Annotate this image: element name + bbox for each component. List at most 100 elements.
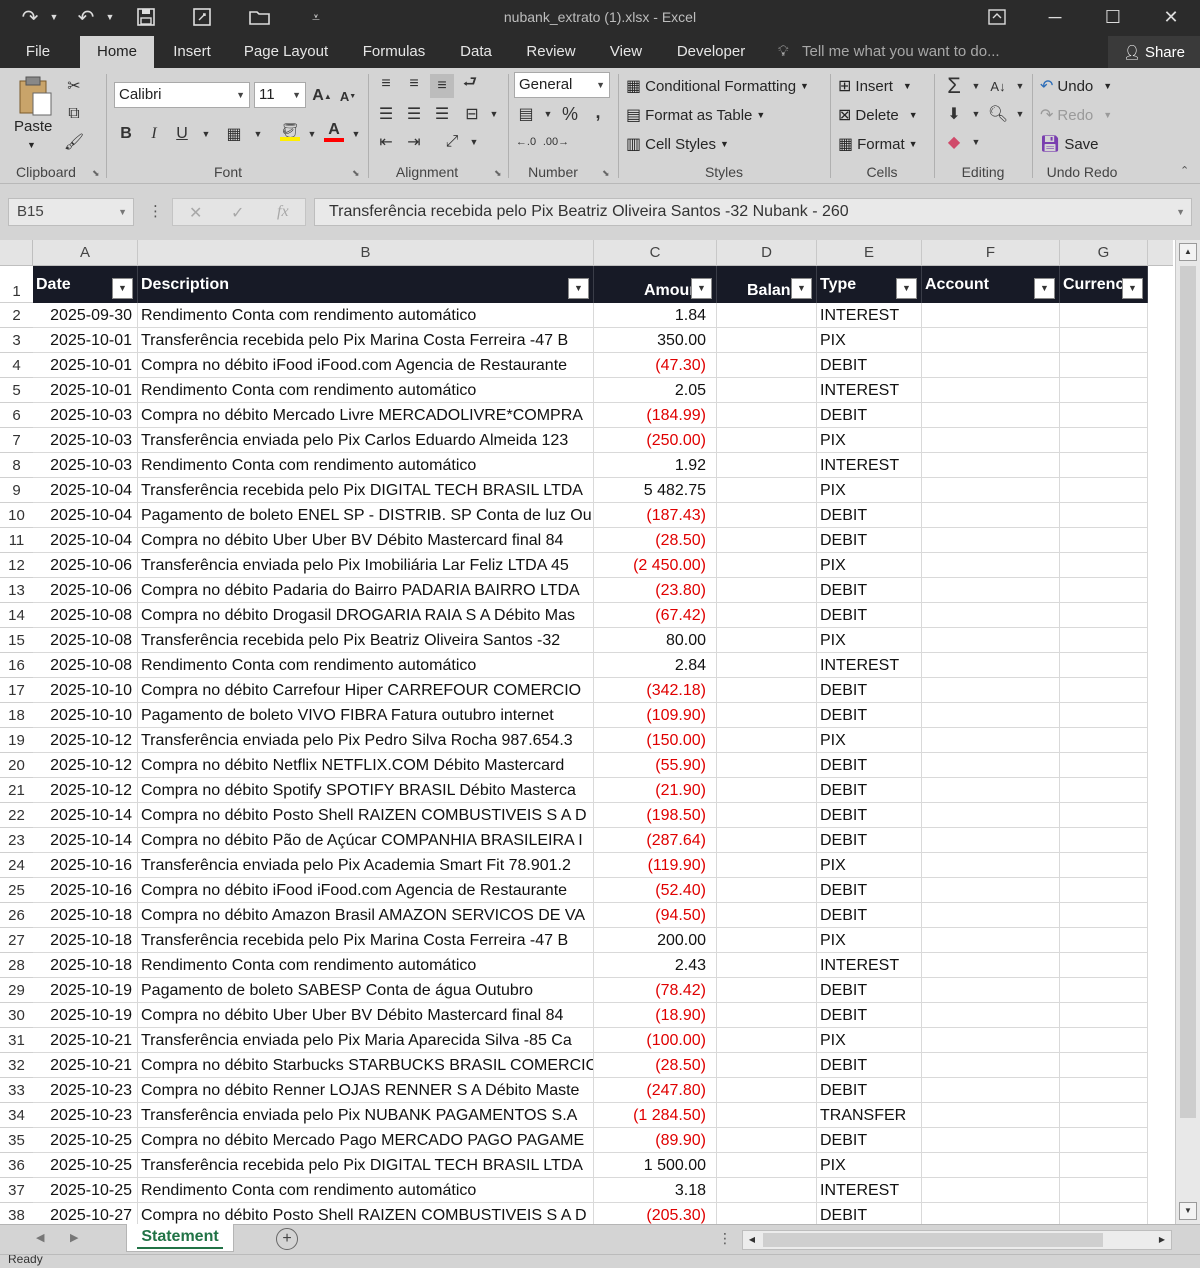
- account-cell[interactable]: [922, 1003, 1060, 1028]
- type-cell[interactable]: DEBIT: [817, 1003, 922, 1028]
- row-header[interactable]: 34: [0, 1103, 33, 1128]
- currency-cell[interactable]: [1060, 528, 1148, 553]
- currency-cell[interactable]: [1060, 653, 1148, 678]
- type-cell[interactable]: DEBIT: [817, 403, 922, 428]
- amount-cell[interactable]: 2.05: [594, 378, 717, 403]
- balance-cell[interactable]: [717, 628, 817, 653]
- type-cell[interactable]: DEBIT: [817, 1203, 922, 1224]
- row-header[interactable]: 1: [0, 266, 33, 303]
- type-cell[interactable]: DEBIT: [817, 903, 922, 928]
- account-cell[interactable]: [922, 1128, 1060, 1153]
- description-cell[interactable]: Compra no débito Starbucks STARBUCKS BRA…: [138, 1053, 594, 1078]
- description-cell[interactable]: Compra no débito Pão de Açúcar COMPANHIA…: [138, 828, 594, 853]
- date-cell[interactable]: 2025-10-21: [33, 1028, 138, 1053]
- filter-dropdown-icon[interactable]: ▼: [112, 278, 133, 299]
- row-header[interactable]: 35: [0, 1128, 33, 1153]
- date-cell[interactable]: 2025-10-18: [33, 903, 138, 928]
- description-cell[interactable]: Compra no débito Drogasil DROGARIA RAIA …: [138, 603, 594, 628]
- chevron-down-icon[interactable]: ▼: [482, 102, 506, 126]
- row-header[interactable]: 14: [0, 603, 33, 628]
- currency-cell[interactable]: [1060, 1078, 1148, 1103]
- tab-formulas[interactable]: Formulas: [354, 36, 434, 68]
- balance-cell[interactable]: [717, 1103, 817, 1128]
- amount-cell[interactable]: 80.00: [594, 628, 717, 653]
- delete-cells-button[interactable]: ⊠ Delete ▼: [838, 105, 918, 125]
- tab-insert[interactable]: Insert: [162, 36, 222, 68]
- description-cell[interactable]: Pagamento de boleto SABESP Conta de água…: [138, 978, 594, 1003]
- description-cell[interactable]: Transferência enviada pelo Pix Imobiliár…: [138, 553, 594, 578]
- type-cell[interactable]: DEBIT: [817, 703, 922, 728]
- date-cell[interactable]: 2025-10-25: [33, 1153, 138, 1178]
- balance-cell[interactable]: [717, 528, 817, 553]
- filter-dropdown-icon[interactable]: ▼: [691, 278, 712, 299]
- type-cell[interactable]: DEBIT: [817, 603, 922, 628]
- balance-cell[interactable]: [717, 378, 817, 403]
- open-folder-icon[interactable]: [246, 4, 274, 30]
- currency-cell[interactable]: [1060, 1203, 1148, 1224]
- date-cell[interactable]: 2025-10-08: [33, 628, 138, 653]
- balance-cell[interactable]: [717, 728, 817, 753]
- balance-cell[interactable]: [717, 578, 817, 603]
- account-cell[interactable]: [922, 1103, 1060, 1128]
- type-cell[interactable]: DEBIT: [817, 828, 922, 853]
- account-cell[interactable]: [922, 878, 1060, 903]
- type-cell[interactable]: INTEREST: [817, 378, 922, 403]
- dialog-launcher-icon[interactable]: ⬊: [602, 168, 610, 179]
- description-cell[interactable]: Compra no débito Posto Shell RAIZEN COMB…: [138, 803, 594, 828]
- bold-icon[interactable]: B: [114, 122, 138, 146]
- type-cell[interactable]: PIX: [817, 1028, 922, 1053]
- column-header-a[interactable]: A: [33, 240, 138, 266]
- amount-cell[interactable]: (205.30): [594, 1203, 717, 1224]
- chevron-down-icon[interactable]: ▼: [344, 122, 368, 146]
- account-cell[interactable]: [922, 378, 1060, 403]
- amount-cell[interactable]: (184.99): [594, 403, 717, 428]
- currency-cell[interactable]: [1060, 453, 1148, 478]
- account-cell[interactable]: [922, 403, 1060, 428]
- row-header[interactable]: 20: [0, 753, 33, 778]
- vertical-scrollbar[interactable]: ▲ ▼: [1175, 240, 1200, 1224]
- chevron-down-icon[interactable]: ▼: [462, 130, 486, 154]
- align-left-icon[interactable]: ☰: [374, 102, 398, 126]
- amount-cell[interactable]: 1 500.00: [594, 1153, 717, 1178]
- type-cell[interactable]: DEBIT: [817, 503, 922, 528]
- date-cell[interactable]: 2025-10-03: [33, 403, 138, 428]
- balance-cell[interactable]: [717, 1003, 817, 1028]
- clear-icon[interactable]: ◆: [942, 130, 966, 154]
- sheet-nav-prev-icon[interactable]: ◀: [36, 1231, 44, 1244]
- type-cell[interactable]: PIX: [817, 428, 922, 453]
- balance-cell[interactable]: [717, 928, 817, 953]
- account-cell[interactable]: [922, 903, 1060, 928]
- date-cell[interactable]: 2025-10-25: [33, 1178, 138, 1203]
- balance-cell[interactable]: [717, 603, 817, 628]
- type-cell[interactable]: PIX: [817, 1153, 922, 1178]
- undo-button[interactable]: ↶ Undo ▼: [1040, 76, 1112, 96]
- description-cell[interactable]: Compra no débito Posto Shell RAIZEN COMB…: [138, 1203, 594, 1224]
- amount-cell[interactable]: 2.84: [594, 653, 717, 678]
- currency-cell[interactable]: [1060, 1178, 1148, 1203]
- tab-file[interactable]: File: [10, 36, 66, 68]
- description-cell[interactable]: Compra no débito Uber Uber BV Débito Mas…: [138, 528, 594, 553]
- balance-cell[interactable]: [717, 753, 817, 778]
- balance-cell[interactable]: [717, 328, 817, 353]
- insert-cells-button[interactable]: ⊞ Insert ▼: [838, 76, 912, 96]
- account-cell[interactable]: [922, 953, 1060, 978]
- decrease-font-icon[interactable]: A ▼: [336, 84, 360, 108]
- currency-cell[interactable]: [1060, 1003, 1148, 1028]
- account-cell[interactable]: [922, 1178, 1060, 1203]
- amount-cell[interactable]: (78.42): [594, 978, 717, 1003]
- chevron-down-icon[interactable]: ▼: [27, 140, 36, 150]
- type-cell[interactable]: DEBIT: [817, 803, 922, 828]
- currency-cell[interactable]: [1060, 928, 1148, 953]
- date-cell[interactable]: 2025-10-06: [33, 578, 138, 603]
- sheet-tab-statement[interactable]: Statement: [126, 1224, 234, 1252]
- account-cell[interactable]: [922, 628, 1060, 653]
- account-cell[interactable]: [922, 703, 1060, 728]
- chevron-down-icon[interactable]: ▼: [1008, 74, 1032, 98]
- amount-cell[interactable]: 2.43: [594, 953, 717, 978]
- row-header[interactable]: 33: [0, 1078, 33, 1103]
- date-cell[interactable]: 2025-10-19: [33, 1003, 138, 1028]
- balance-cell[interactable]: [717, 353, 817, 378]
- tab-view[interactable]: View: [600, 36, 652, 68]
- amount-cell[interactable]: (119.90): [594, 853, 717, 878]
- type-cell[interactable]: DEBIT: [817, 1128, 922, 1153]
